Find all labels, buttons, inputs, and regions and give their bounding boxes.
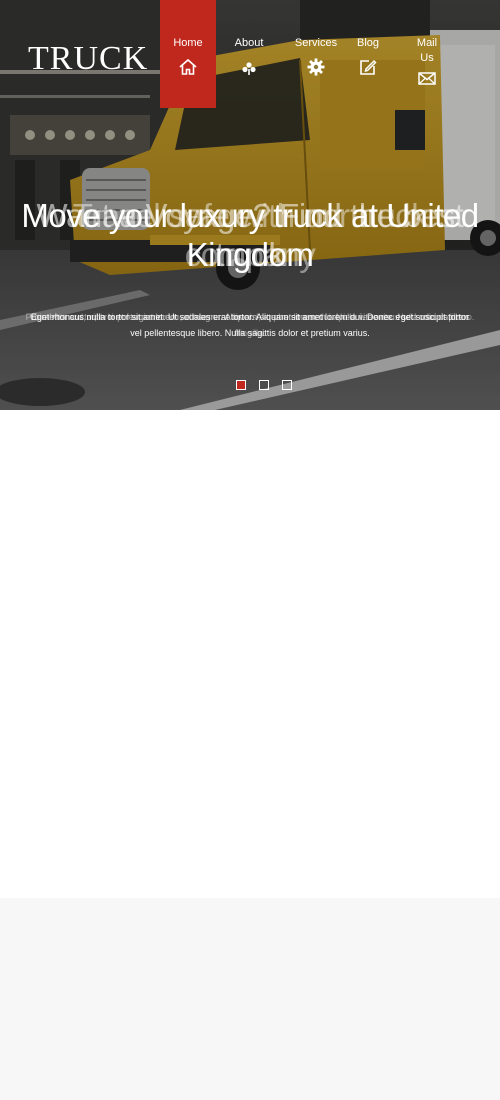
- page-footer-section: [0, 898, 500, 1100]
- edit-icon: [360, 59, 377, 75]
- main-nav: Home About Services Blog Mail Us: [160, 0, 500, 110]
- nav-item-services[interactable]: Services: [288, 0, 344, 110]
- home-icon: [179, 58, 197, 75]
- nav-item-home[interactable]: Home: [160, 0, 216, 108]
- nav-label-about: About: [234, 37, 264, 49]
- nav-label-blog: Blog: [356, 37, 380, 49]
- slider-dot-3[interactable]: [282, 380, 292, 390]
- mail-icon: [418, 72, 436, 85]
- nav-label-services: Services: [294, 37, 338, 49]
- slider-dot-2[interactable]: [259, 380, 269, 390]
- slider-pagination: [236, 380, 296, 390]
- gear-icon: [307, 58, 325, 76]
- slide-description: Proin euismod, nibh in porta commodo, el…: [25, 312, 475, 322]
- site-logo[interactable]: TRUCK: [28, 40, 148, 78]
- nav-label-home: Home: [173, 37, 203, 49]
- nav-item-blog[interactable]: Blog: [350, 0, 386, 110]
- nav-item-about[interactable]: About: [226, 0, 272, 110]
- slide-title: Travel safe with our truck company: [72, 197, 428, 273]
- flower-icon: [242, 62, 256, 75]
- page-content-section: [0, 410, 500, 898]
- nav-label-mail-us: Mail Us: [416, 37, 438, 64]
- hero-slider: TRUCK Home About Services Blog Mail Us M…: [0, 0, 500, 410]
- slider-dot-1[interactable]: [236, 380, 246, 390]
- nav-item-mail-us[interactable]: Mail Us: [410, 0, 444, 110]
